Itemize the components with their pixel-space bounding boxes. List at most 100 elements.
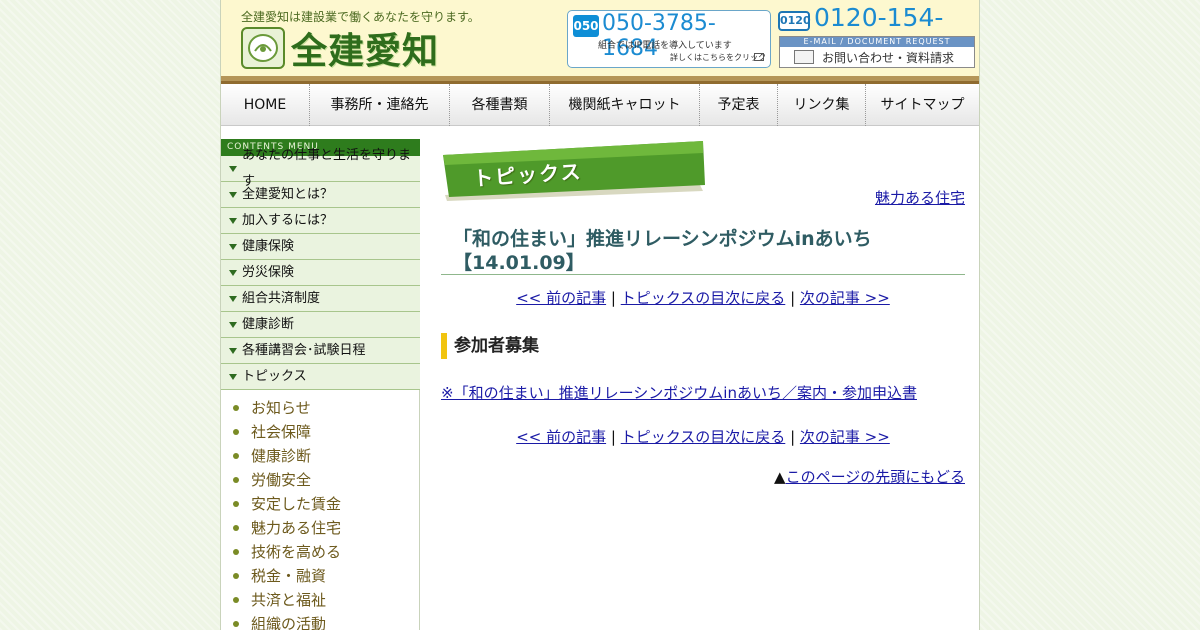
ip-phone-box[interactable]: 050 050-3785-1684 組合ではIP電話を導入しています 詳しくはこ… xyxy=(567,10,771,68)
sublist-item-label: 安定した賃金 xyxy=(251,495,342,513)
sidebar-item-label: 組合共済制度 xyxy=(242,290,321,306)
sidebar-item-label: 健康保険 xyxy=(242,238,295,254)
pager-separator: | xyxy=(790,428,796,446)
sublist-item-tax[interactable]: 税金・融資 xyxy=(221,564,419,588)
contact-banner: E-MAIL / DOCUMENT REQUEST xyxy=(780,37,974,47)
pager-separator: | xyxy=(610,289,616,307)
article-pager-top: << 前の記事 | トピックスの目次に戻る | 次の記事 >> xyxy=(441,287,965,308)
topics-index-link[interactable]: トピックスの目次に戻る xyxy=(621,428,786,446)
sidebar-item-courses[interactable]: 各種講習会･試験日程 xyxy=(221,338,420,364)
triangle-down-icon xyxy=(229,269,237,276)
mail-icon xyxy=(794,50,814,64)
back-to-top: ▲このページの先頭にもどる xyxy=(774,466,965,487)
triangle-down-icon xyxy=(229,243,237,250)
sublist-item-label: お知らせ xyxy=(251,399,311,417)
nav-sitemap[interactable]: サイトマップ xyxy=(866,84,979,126)
nav-offices[interactable]: 事務所・連絡先 xyxy=(310,84,450,126)
main-content: トピックス 魅力ある住宅 「和の住まい」推進リレーシンポジウムinあいち【14.… xyxy=(441,139,965,630)
sidebar-item-health-insurance[interactable]: 健康保険 xyxy=(221,234,420,260)
bullet-icon xyxy=(233,429,239,435)
bullet-icon xyxy=(233,525,239,531)
sidebar-item-topics[interactable]: トピックス xyxy=(221,364,420,390)
title-divider xyxy=(441,274,965,275)
nav-documents[interactable]: 各種書類 xyxy=(450,84,550,126)
section-heading: 参加者募集 xyxy=(441,333,539,359)
pager-separator: | xyxy=(790,289,796,307)
external-window-icon xyxy=(754,53,764,61)
sublist-item-label: 労働安全 xyxy=(251,471,312,489)
triangle-down-icon xyxy=(229,165,237,172)
free-dial-icon: 0120 xyxy=(778,11,811,31)
ip-phone-detail-link[interactable]: 詳しくはこちらをクリック xyxy=(670,52,766,63)
sidebar-item-checkup[interactable]: 健康診断 xyxy=(221,312,420,338)
sublist-item-label: 魅力ある住宅 xyxy=(251,519,342,537)
ip-phone-note: 組合ではIP電話を導入しています xyxy=(598,41,732,51)
sidebar-item-label: 各種講習会･試験日程 xyxy=(242,342,366,358)
sublist-item-label: 共済と福祉 xyxy=(251,591,327,609)
triangle-down-icon xyxy=(229,295,237,302)
sidebar-item-label: 全建愛知とは？ xyxy=(242,186,334,202)
next-article-link[interactable]: 次の記事 >> xyxy=(800,289,890,307)
sublist-item-wages[interactable]: 安定した賃金 xyxy=(221,492,419,516)
contact-button[interactable]: E-MAIL / DOCUMENT REQUEST お問い合わせ・資料請求 xyxy=(779,36,975,68)
triangle-down-icon xyxy=(229,321,237,328)
bullet-icon xyxy=(233,621,239,627)
prev-article-link[interactable]: << 前の記事 xyxy=(516,289,606,307)
topics-index-link[interactable]: トピックスの目次に戻る xyxy=(621,289,786,307)
topics-sublist: お知らせ 社会保障 健康診断 労働安全 安定した賃金 魅力ある住宅 技術を高める… xyxy=(221,390,419,630)
nav-carrot[interactable]: 機関紙キャロット xyxy=(550,84,700,126)
site-header: 全建愛知は建設業で働くあなたを守ります。 全建愛知 050 050-3785-1… xyxy=(221,0,979,76)
ip-phone-badge: 050 xyxy=(573,15,599,37)
category-link[interactable]: 魅力ある住宅 xyxy=(875,187,965,208)
page-container: 全建愛知は建設業で働くあなたを守ります。 全建愛知 050 050-3785-1… xyxy=(220,0,980,630)
sidebar-item-label: 加入するには？ xyxy=(242,212,334,228)
triangle-up-icon: ▲ xyxy=(774,468,786,486)
sublist-item-social-security[interactable]: 社会保障 xyxy=(221,420,419,444)
triangle-down-icon xyxy=(229,217,237,224)
site-logo-text[interactable]: 全建愛知 xyxy=(291,22,439,74)
sublist-item-news[interactable]: お知らせ xyxy=(221,396,419,420)
next-article-link[interactable]: 次の記事 >> xyxy=(800,428,890,446)
triangle-down-icon xyxy=(229,373,237,380)
bullet-icon xyxy=(233,477,239,483)
sidebar-item-label: 労災保険 xyxy=(242,264,295,280)
sublist-item-label: 健康診断 xyxy=(251,447,312,465)
sublist-item-label: 技術を高める xyxy=(251,543,342,561)
article-title: 「和の住まい」推進リレーシンポジウムinあいち【14.01.09】 xyxy=(453,228,872,274)
sublist-item-checkup[interactable]: 健康診断 xyxy=(221,444,419,468)
bullet-icon xyxy=(233,597,239,603)
sidebar-item-protect[interactable]: あなたの仕事と生活を守ります xyxy=(221,148,420,189)
sublist-item-welfare[interactable]: 共済と福祉 xyxy=(221,588,419,612)
sublist-item-safety[interactable]: 労働安全 xyxy=(221,468,419,492)
sidebar-item-join[interactable]: 加入するには？ xyxy=(221,208,420,234)
sidebar-item-workers-comp[interactable]: 労災保険 xyxy=(221,260,420,286)
triangle-down-icon xyxy=(229,347,237,354)
pager-separator: | xyxy=(610,428,616,446)
prev-article-link[interactable]: << 前の記事 xyxy=(516,428,606,446)
topics-banner: トピックス xyxy=(441,139,705,203)
sublist-item-label: 組織の活動 xyxy=(251,615,327,630)
sublist-item-housing[interactable]: 魅力ある住宅 xyxy=(221,516,419,540)
nav-schedule[interactable]: 予定表 xyxy=(700,84,778,126)
bullet-icon xyxy=(233,501,239,507)
back-to-top-link[interactable]: このページの先頭にもどる xyxy=(786,468,965,486)
triangle-down-icon xyxy=(229,191,237,198)
nav-home[interactable]: HOME xyxy=(221,84,310,126)
contact-label: お問い合わせ・資料請求 xyxy=(822,51,955,65)
bullet-icon xyxy=(233,549,239,555)
global-nav: HOME 事務所・連絡先 各種書類 機関紙キャロット 予定表 リンク集 サイトマ… xyxy=(221,84,979,126)
sublist-item-label: 社会保障 xyxy=(251,423,312,441)
nav-links[interactable]: リンク集 xyxy=(778,84,866,126)
sidebar: CONTENTS MENU あなたの仕事と生活を守ります 全建愛知とは？ 加入す… xyxy=(221,139,420,630)
sublist-item-label: 税金・融資 xyxy=(251,567,327,585)
attachment-link[interactable]: ※「和の住まい」推進リレーシンポジウムinあいち／案内・参加申込書 xyxy=(441,382,917,403)
article-pager-bottom: << 前の記事 | トピックスの目次に戻る | 次の記事 >> xyxy=(441,426,965,447)
bullet-icon xyxy=(233,405,239,411)
sidebar-item-label: 健康診断 xyxy=(242,316,295,332)
sidebar-item-mutual-aid[interactable]: 組合共済制度 xyxy=(221,286,420,312)
sidebar-item-label: トピックス xyxy=(242,368,307,384)
sublist-item-activities[interactable]: 組織の活動 xyxy=(221,612,419,630)
bullet-icon xyxy=(233,573,239,579)
logo-icon[interactable] xyxy=(241,27,285,69)
sublist-item-skills[interactable]: 技術を高める xyxy=(221,540,419,564)
